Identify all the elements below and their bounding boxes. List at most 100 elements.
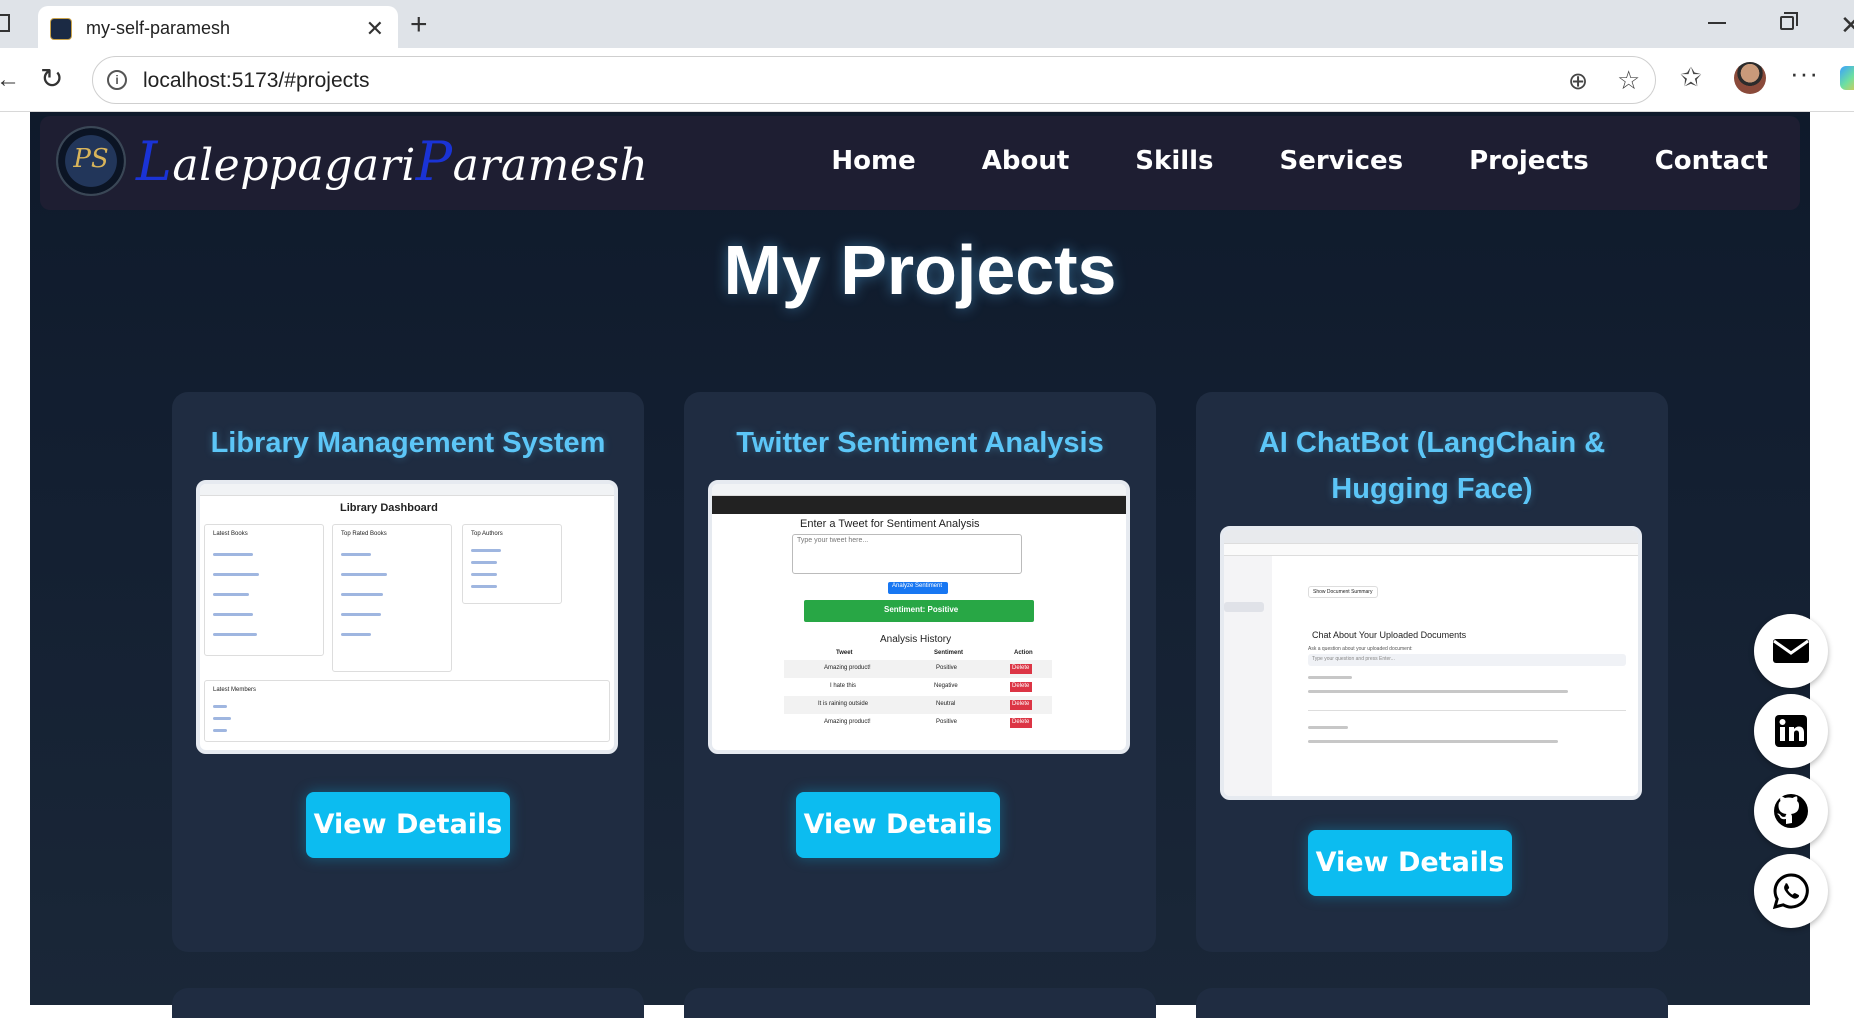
screenshot-browser-bar [1224,530,1638,544]
mail-icon [1773,639,1809,663]
project-title: Library Management System [210,427,606,459]
cell-tweet: It is raining outside [818,701,869,707]
summary-label: Show Document Summary [1313,589,1373,595]
chat-title: Chat About Your Uploaded Documents [1312,630,1467,640]
new-tab-icon[interactable]: + [410,8,428,42]
screenshot-panel: Top Authors [462,524,562,604]
close-tab-icon[interactable]: ✕ [366,16,384,42]
delete-chip: Delete [1010,664,1032,674]
nav-about[interactable]: About [982,146,1070,176]
screenshot-heading: Library Dashboard [340,502,438,514]
project-title: Twitter Sentiment Analysis [736,427,1104,459]
site-info-icon[interactable]: i [107,70,127,90]
screenshot-textarea: Type your tweet here... [792,534,1022,574]
view-details-button[interactable]: View Details [306,792,510,858]
delete-chip: Delete [1010,682,1032,692]
favorite-star-icon[interactable]: ☆ [1617,65,1640,96]
screenshot-sidebar [1224,556,1272,796]
nav-menu: Home About Skills Services Projects Cont… [831,146,1768,176]
view-details-button[interactable]: View Details [796,792,1000,858]
panel-title: Top Rated Books [341,531,387,537]
browser-tab[interactable]: my-self-paramesh ✕ [38,6,398,50]
copilot-icon[interactable] [1840,66,1854,90]
nav-contact[interactable]: Contact [1655,146,1768,176]
browser-tab-bar: my-self-paramesh ✕ + ✕ [0,0,1854,50]
delete-chip: Delete [1010,700,1032,710]
address-bar-row: ← ↻ i localhost:5173/#projects ⊕ ☆ ✩ ··· [0,48,1854,112]
screenshot-browser-bar [200,484,614,496]
minimize-icon[interactable] [1708,22,1726,24]
github-button[interactable] [1754,774,1828,848]
delete-label: Delete [1012,719,1030,725]
logo-text: PS [73,144,109,174]
brand-initial-last: P [415,130,453,193]
table-row: Amazing product! Positive Delete [784,660,1052,678]
zoom-icon[interactable]: ⊕ [1568,67,1588,96]
window-close-icon[interactable]: ✕ [1840,10,1854,41]
brand-initial-first: L [136,130,173,193]
nav-projects[interactable]: Projects [1469,146,1589,176]
project-card-twitter: Twitter Sentiment Analysis Enter a Tweet… [684,392,1156,952]
profile-avatar[interactable] [1734,62,1766,94]
table-row: I hate this Negative Delete [784,678,1052,696]
tab-actions-icon[interactable] [0,14,10,32]
cell-sentiment: Positive [936,719,958,725]
section-title: My Projects [723,231,1117,309]
project-screenshot[interactable]: Enter a Tweet for Sentiment Analysis Typ… [708,480,1130,754]
nav-services[interactable]: Services [1280,146,1404,176]
table-header: Tweet [836,650,853,656]
back-icon[interactable]: ← [0,66,20,94]
project-card-peek [172,988,644,1018]
cell-tweet: Amazing product! [824,665,871,671]
table-header: Action [1014,650,1033,656]
linkedin-icon [1775,715,1807,747]
screenshot-panel: Latest Books [204,524,324,656]
project-card-chatbot: AI ChatBot (LangChain & Hugging Face) Sh… [1196,392,1668,952]
github-icon [1774,794,1808,828]
panel-title: Latest Members [213,687,257,693]
cell-sentiment: Negative [934,683,958,689]
cell-sentiment: Neutral [936,701,956,707]
delete-label: Delete [1012,683,1030,689]
panel-title: Top Authors [471,531,503,537]
whatsapp-button[interactable] [1754,854,1828,928]
panel-title: Latest Books [213,531,248,537]
portfolio-site: PS LaleppagariParamesh Home About Skills… [30,112,1810,1018]
cell-tweet: Amazing product! [824,719,871,725]
more-options-icon[interactable]: ··· [1790,58,1819,89]
linkedin-button[interactable] [1754,694,1828,768]
delete-label: Delete [1012,665,1030,671]
textarea-placeholder: Type your tweet here... [797,537,869,544]
view-details-button[interactable]: View Details [1308,830,1512,896]
screenshot-summary-button: Show Document Summary [1308,586,1378,598]
ask-label: Ask a question about your uploaded docum… [1308,646,1413,652]
project-card-library: Library Management System Library Dashbo… [172,392,644,952]
project-screenshot[interactable]: Show Document Summary Chat About Your Up… [1220,526,1642,800]
restore-icon[interactable] [1780,12,1798,30]
logo-icon[interactable]: PS [58,128,124,194]
nav-home[interactable]: Home [831,146,915,176]
url-field[interactable]: i localhost:5173/#projects ⊕ ☆ [92,56,1656,104]
reload-icon[interactable]: ↻ [40,62,63,95]
project-card-peek [1196,988,1668,1018]
screenshot-history-table: Tweet Sentiment Action Amazing product! … [784,650,1052,742]
brand-name[interactable]: LaleppagariParamesh [136,130,648,193]
table-header: Sentiment [934,650,964,656]
nav-skills[interactable]: Skills [1135,146,1213,176]
project-title: AI ChatBot (LangChain & Hugging Face) [1258,427,1606,505]
chat-input-placeholder: Type your question and press Enter... [1312,656,1395,662]
cell-sentiment: Positive [936,665,958,671]
screenshot-address [1224,544,1638,556]
screenshot-navbar [712,496,1126,514]
result-text: Sentiment: Positive [884,605,959,614]
page-viewport: PS LaleppagariParamesh Home About Skills… [0,112,1854,1018]
delete-chip: Delete [1010,718,1032,728]
screenshot-members-panel: Latest Members [204,680,610,742]
favorites-icon[interactable]: ✩ [1680,62,1702,93]
project-screenshot[interactable]: Library Dashboard Latest Books Top Rated… [196,480,618,754]
screenshot-result: Sentiment: Positive [804,600,1034,622]
mail-button[interactable] [1754,614,1828,688]
url-text[interactable]: localhost:5173/#projects [143,69,369,93]
screenshot-browser-bar [712,484,1126,496]
screenshot-panel: Top Rated Books [332,524,452,672]
